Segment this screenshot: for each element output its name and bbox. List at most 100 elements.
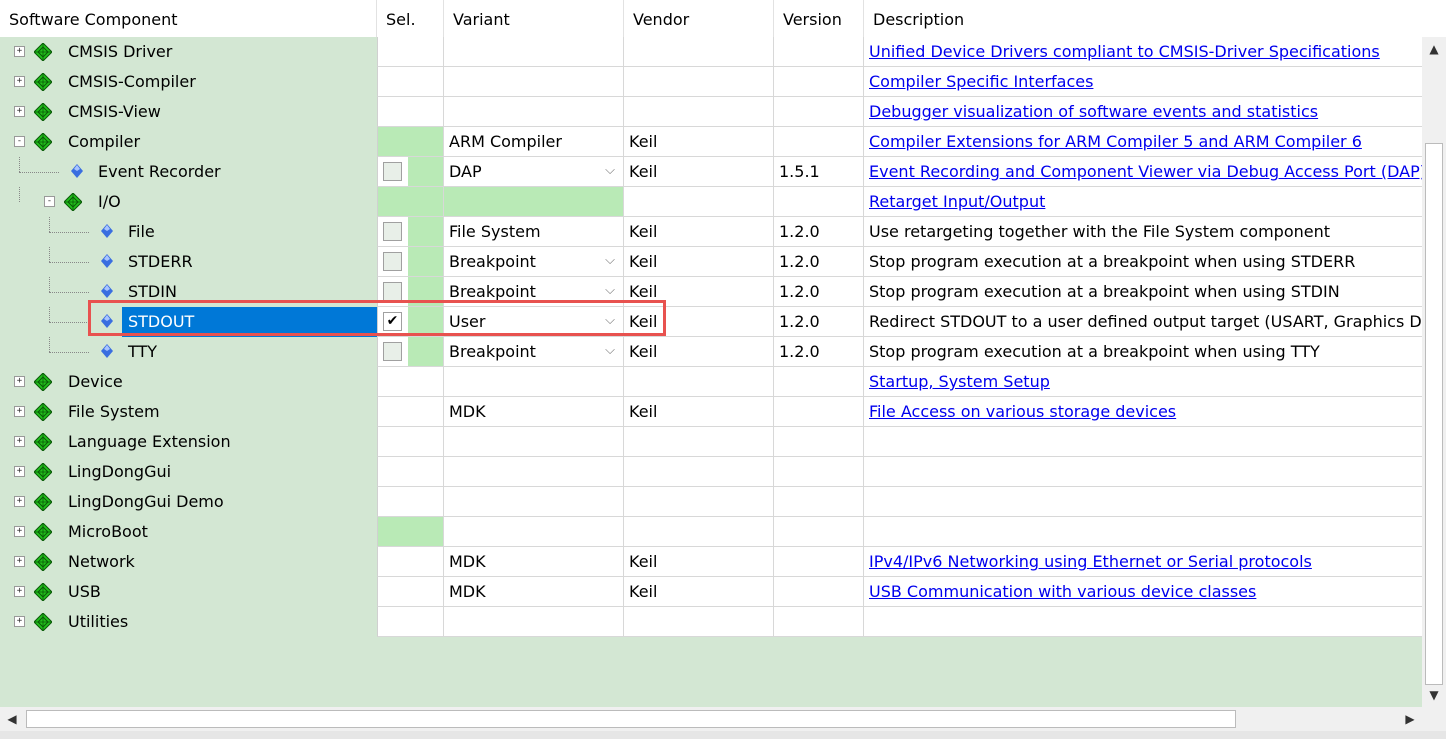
collapse-icon[interactable]: - <box>14 136 25 147</box>
header-version[interactable]: Version <box>774 0 864 37</box>
checkbox[interactable] <box>383 222 402 241</box>
variant-cell[interactable]: DAP ⌵ <box>444 157 624 187</box>
description-cell[interactable]: Startup, System Setup <box>864 367 1422 397</box>
scroll-right-icon[interactable]: ▶ <box>1398 707 1422 731</box>
description-cell[interactable]: File Access on various storage devices <box>864 397 1422 427</box>
table-row[interactable]: + Utilities <box>0 607 1422 637</box>
description-link[interactable]: Event Recording and Component Viewer via… <box>869 162 1422 181</box>
component-cell[interactable]: STDERR <box>0 247 377 277</box>
table-row[interactable]: STDERR Breakpoint ⌵ Keil 1.2.0 Stop program e… <box>0 247 1422 277</box>
component-cell[interactable]: TTY <box>0 337 377 367</box>
expand-icon[interactable]: + <box>14 496 25 507</box>
checkbox[interactable] <box>383 342 402 361</box>
chevron-down-icon[interactable]: ⌵ <box>601 283 619 301</box>
description-cell[interactable]: Unified Device Drivers compliant to CMSI… <box>864 37 1422 67</box>
description-cell[interactable]: Event Recording and Component Viewer via… <box>864 157 1422 187</box>
sel-cell[interactable] <box>377 157 444 187</box>
scroll-down-icon[interactable]: ▼ <box>1422 683 1446 707</box>
chevron-down-icon[interactable]: ⌵ <box>601 313 619 331</box>
sel-cell[interactable] <box>377 127 444 157</box>
description-cell[interactable]: Compiler Extensions for ARM Compiler 5 a… <box>864 127 1422 157</box>
description-link[interactable]: Startup, System Setup <box>869 372 1050 391</box>
expand-icon[interactable]: + <box>14 586 25 597</box>
component-cell[interactable]: + LingDongGui Demo <box>0 487 377 517</box>
checkbox[interactable] <box>383 252 402 271</box>
table-row[interactable]: Event Recorder DAP ⌵ Keil 1.5.1 Event Recordi… <box>0 157 1422 187</box>
variant-cell[interactable]: User ⌵ <box>444 307 624 337</box>
component-cell[interactable]: + File System <box>0 397 377 427</box>
component-cell[interactable]: + Utilities <box>0 607 377 637</box>
horizontal-scroll-thumb[interactable] <box>26 710 1236 728</box>
sel-cell[interactable] <box>377 247 444 277</box>
sel-cell[interactable] <box>377 217 444 247</box>
description-link[interactable]: Retarget Input/Output <box>869 192 1045 211</box>
variant-cell[interactable]: Breakpoint ⌵ <box>444 247 624 277</box>
expand-icon[interactable]: + <box>14 436 25 447</box>
expand-icon[interactable]: + <box>14 526 25 537</box>
table-row[interactable]: + Network MDK Keil IPv4/IPv6 Networking usin… <box>0 547 1422 577</box>
table-row[interactable]: + CMSIS-View Debugger visualization of sof… <box>0 97 1422 127</box>
variant-cell[interactable]: Breakpoint ⌵ <box>444 277 624 307</box>
description-link[interactable]: Compiler Extensions for ARM Compiler 5 a… <box>869 132 1362 151</box>
description-cell[interactable]: IPv4/IPv6 Networking using Ethernet or S… <box>864 547 1422 577</box>
chevron-down-icon[interactable]: ⌵ <box>601 163 619 181</box>
variant-cell[interactable]: Breakpoint ⌵ <box>444 337 624 367</box>
chevron-down-icon[interactable]: ⌵ <box>601 343 619 361</box>
description-link[interactable]: Compiler Specific Interfaces <box>869 72 1093 91</box>
component-cell[interactable]: + LingDongGui <box>0 457 377 487</box>
component-cell[interactable]: + CMSIS-Compiler <box>0 67 377 97</box>
expand-icon[interactable]: + <box>14 76 25 87</box>
component-cell[interactable]: + Network <box>0 547 377 577</box>
sel-cell[interactable] <box>377 517 444 547</box>
component-cell[interactable]: + CMSIS Driver <box>0 37 377 67</box>
checkbox-checked[interactable]: ✔ <box>383 312 402 331</box>
description-link[interactable]: Unified Device Drivers compliant to CMSI… <box>869 42 1380 61</box>
table-row[interactable]: + Language Extension <box>0 427 1422 457</box>
header-vendor[interactable]: Vendor <box>624 0 774 37</box>
description-link[interactable]: IPv4/IPv6 Networking using Ethernet or S… <box>869 552 1312 571</box>
sel-cell[interactable] <box>377 277 444 307</box>
component-cell[interactable]: + MicroBoot <box>0 517 377 547</box>
component-cell[interactable]: + USB <box>0 577 377 607</box>
expand-icon[interactable]: + <box>14 466 25 477</box>
description-cell[interactable]: USB Communication with various device cl… <box>864 577 1422 607</box>
table-row[interactable]: TTY Breakpoint ⌵ Keil 1.2.0 Stop program exec… <box>0 337 1422 367</box>
table-row[interactable]: + CMSIS Driver Unified Device Drivers comp… <box>0 37 1422 67</box>
component-cell[interactable]: + CMSIS-View <box>0 97 377 127</box>
table-row[interactable]: STDOUT ✔ User ⌵ Keil 1.2.0 Redirect STDOUT to … <box>0 307 1422 337</box>
table-row[interactable]: - Compiler ARM Compiler Keil Compiler Extens… <box>0 127 1422 157</box>
description-cell[interactable]: Debugger visualization of software event… <box>864 97 1422 127</box>
table-row[interactable]: - I/O Retarget Input/Output <box>0 187 1422 217</box>
header-variant[interactable]: Variant <box>444 0 624 37</box>
description-link[interactable]: File Access on various storage devices <box>869 402 1176 421</box>
table-row[interactable]: STDIN Breakpoint ⌵ Keil 1.2.0 Stop program ex… <box>0 277 1422 307</box>
expand-icon[interactable]: + <box>14 556 25 567</box>
component-cell[interactable]: Event Recorder <box>0 157 377 187</box>
expand-icon[interactable]: + <box>14 376 25 387</box>
sel-cell[interactable]: ✔ <box>377 307 444 337</box>
expand-icon[interactable]: + <box>14 616 25 627</box>
description-link[interactable]: USB Communication with various device cl… <box>869 582 1256 601</box>
collapse-icon[interactable]: - <box>44 196 55 207</box>
component-cell[interactable]: - Compiler <box>0 127 377 157</box>
header-description[interactable]: Description <box>864 0 1446 37</box>
vertical-scrollbar[interactable]: ▲ ▼ <box>1422 37 1446 707</box>
table-row[interactable]: + File System MDK Keil File Access on variou… <box>0 397 1422 427</box>
description-cell[interactable]: Compiler Specific Interfaces <box>864 67 1422 97</box>
sel-cell[interactable] <box>377 187 444 217</box>
horizontal-scrollbar[interactable]: ◀ ▶ <box>0 707 1422 731</box>
component-cell[interactable]: File <box>0 217 377 247</box>
expand-icon[interactable]: + <box>14 406 25 417</box>
header-sel[interactable]: Sel. <box>377 0 444 37</box>
checkbox[interactable] <box>383 162 402 181</box>
description-cell[interactable]: Retarget Input/Output <box>864 187 1422 217</box>
table-row[interactable]: + LingDongGui <box>0 457 1422 487</box>
scroll-up-icon[interactable]: ▲ <box>1422 37 1446 61</box>
component-cell[interactable]: + Language Extension <box>0 427 377 457</box>
table-row[interactable]: File File System Keil 1.2.0 Use retargeting … <box>0 217 1422 247</box>
table-row[interactable]: + USB MDK Keil USB Communication with variou… <box>0 577 1422 607</box>
description-link[interactable]: Debugger visualization of software event… <box>869 102 1318 121</box>
component-cell[interactable]: - I/O <box>0 187 377 217</box>
checkbox[interactable] <box>383 282 402 301</box>
scroll-left-icon[interactable]: ◀ <box>0 707 24 731</box>
